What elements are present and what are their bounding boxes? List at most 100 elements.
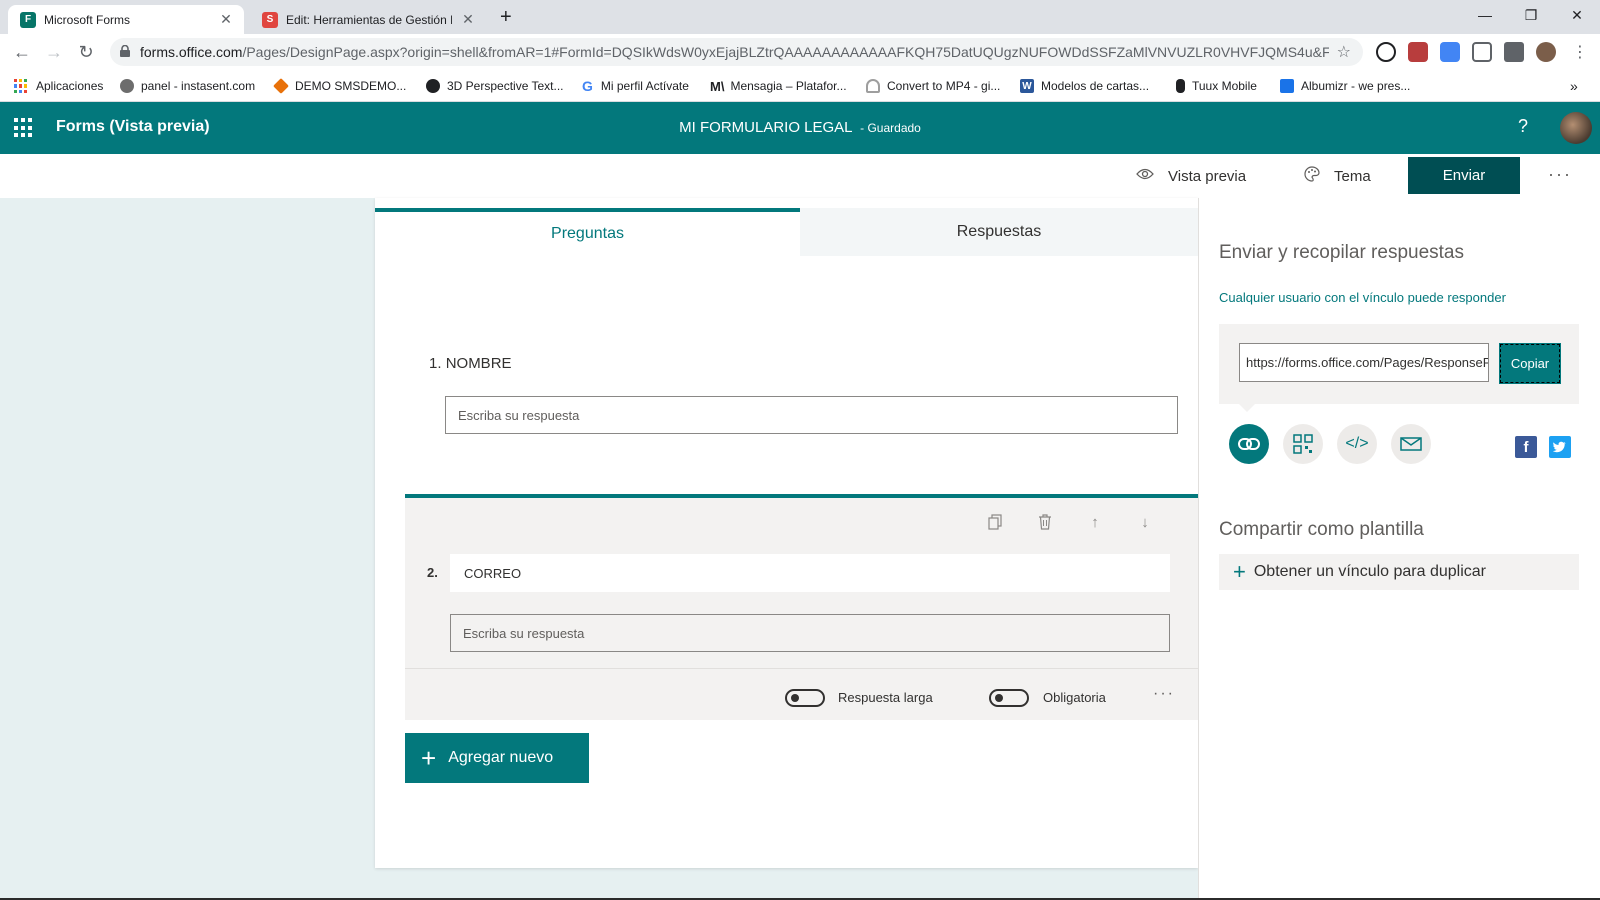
question-more-button[interactable]: ··· — [1153, 685, 1175, 703]
eye-icon — [1136, 167, 1154, 185]
qr-code-icon[interactable] — [1283, 424, 1323, 464]
bookmark-icon — [866, 79, 880, 93]
long-answer-label: Respuesta larga — [838, 690, 933, 705]
bookmark-icon — [120, 79, 134, 93]
maximize-button[interactable]: ❐ — [1508, 0, 1554, 30]
bookmark-item[interactable]: W Modelos de cartas... — [1020, 77, 1149, 95]
close-window-button[interactable]: ✕ — [1554, 0, 1600, 30]
share-link-input[interactable]: https://forms.office.com/Pages/ResponseP… — [1239, 343, 1489, 382]
close-icon[interactable]: ✕ — [460, 11, 476, 28]
reload-icon[interactable]: ↻ — [72, 38, 100, 66]
copy-button[interactable]: Copiar — [1499, 343, 1561, 384]
bookmark-icon — [1176, 79, 1185, 93]
more-options-button[interactable]: ··· — [1548, 164, 1572, 185]
bookmark-item[interactable]: 3D Perspective Text... — [426, 77, 564, 95]
bookmark-item[interactable]: G Mi perfil Actívate — [582, 77, 689, 95]
forms-favicon-icon: F — [20, 11, 36, 28]
help-button[interactable]: ? — [1518, 116, 1528, 137]
long-answer-toggle[interactable] — [785, 689, 825, 707]
new-tab-button[interactable]: + — [500, 6, 512, 29]
bookmark-apps[interactable]: Aplicaciones — [14, 77, 103, 95]
form-title: MI FORMULARIO LEGAL — [679, 119, 852, 136]
bookmark-item[interactable]: Tuux Mobile — [1176, 77, 1257, 95]
mail-icon[interactable] — [1391, 424, 1431, 464]
preview-button[interactable]: Vista previa — [1136, 154, 1246, 198]
question-1-answer-input[interactable]: Escriba su respuesta — [445, 396, 1178, 434]
template-section-title: Compartir como plantilla — [1219, 519, 1424, 540]
site-favicon-icon: S — [262, 11, 278, 28]
mensagia-icon: M\ — [710, 78, 725, 94]
question-2-options: Respuesta larga Obligatoria ··· — [405, 668, 1198, 724]
pdf-extension-icon[interactable] — [1408, 42, 1428, 62]
embed-code-icon[interactable]: </> — [1337, 424, 1377, 464]
word-icon: W — [1020, 79, 1034, 93]
bookmarks-overflow-button[interactable]: » — [1570, 77, 1578, 95]
bookmarks-bar: Aplicaciones panel - instasent.com DEMO … — [0, 70, 1600, 102]
bookmark-item[interactable]: DEMO SMSDEMO... — [273, 77, 406, 95]
bookmark-item[interactable]: Convert to MP4 - gi... — [866, 77, 1000, 95]
apps-grid-icon — [14, 79, 28, 93]
extension-icon[interactable] — [1376, 42, 1396, 62]
send-panel: Enviar y recopilar respuestas Cualquier … — [1198, 198, 1600, 900]
browser-tab-strip: F Microsoft Forms ✕ S Edit: Herramientas… — [0, 0, 1600, 34]
close-icon[interactable]: ✕ — [218, 11, 234, 28]
save-status: - Guardado — [860, 121, 921, 135]
tab-title: Edit: Herramientas de Gestión Di — [286, 12, 452, 27]
tab-questions[interactable]: Preguntas — [375, 208, 800, 256]
tab-responses[interactable]: Respuestas — [800, 208, 1198, 256]
question-2-title-input[interactable]: CORREO — [450, 554, 1170, 592]
profile-avatar[interactable] — [1536, 42, 1556, 62]
command-bar: Vista previa Tema Enviar ··· — [0, 154, 1600, 198]
bookmark-icon — [426, 79, 440, 93]
required-label: Obligatoria — [1043, 690, 1106, 705]
google-icon: G — [582, 78, 593, 94]
bookmark-icon — [273, 78, 289, 94]
browser-tab-edit[interactable]: S Edit: Herramientas de Gestión Di ✕ — [250, 5, 486, 34]
arrow-up-icon[interactable]: ↑ — [1083, 510, 1107, 534]
address-bar[interactable]: forms.office.com/Pages/DesignPage.aspx?o… — [110, 38, 1363, 66]
chrome-menu-icon[interactable]: ⋮ — [1572, 42, 1588, 62]
user-avatar[interactable] — [1560, 112, 1592, 144]
url-text: forms.office.com/Pages/DesignPage.aspx?o… — [140, 44, 1329, 60]
bookmark-item[interactable]: panel - instasent.com — [120, 77, 255, 95]
add-new-button[interactable]: + Agregar nuevo — [405, 733, 589, 783]
theme-button[interactable]: Tema — [1304, 154, 1371, 198]
question-2-editor[interactable]: ↑ ↓ 2. CORREO Escriba su respuesta Respu… — [405, 494, 1198, 720]
puzzle-icon[interactable] — [1504, 42, 1524, 62]
arrow-down-icon[interactable]: ↓ — [1133, 510, 1157, 534]
bookmark-item[interactable]: M\ Mensagia – Platafor... — [710, 77, 847, 95]
minimize-button[interactable]: — — [1462, 0, 1508, 30]
trash-icon[interactable] — [1033, 510, 1057, 534]
response-scope-link[interactable]: Cualquier usuario con el vínculo puede r… — [1219, 290, 1506, 305]
send-button[interactable]: Enviar — [1408, 157, 1520, 194]
palette-icon — [1304, 165, 1320, 187]
star-icon[interactable]: ☆ — [1337, 42, 1351, 62]
facebook-icon[interactable]: f — [1515, 436, 1537, 458]
back-arrow-icon[interactable]: ← — [8, 38, 36, 66]
bookmark-icon — [1280, 79, 1294, 93]
bookmark-item[interactable]: Albumizr - we pres... — [1280, 77, 1410, 95]
browser-tab-forms[interactable]: F Microsoft Forms ✕ — [8, 5, 244, 34]
share-link-box: https://forms.office.com/Pages/ResponseP… — [1219, 324, 1579, 404]
question-2-number: 2. — [427, 565, 438, 580]
question-2-answer-input[interactable]: Escriba su respuesta — [450, 614, 1170, 652]
link-pointer — [1239, 404, 1255, 412]
duplicate-link-button[interactable]: + Obtener un vínculo para duplicar — [1219, 554, 1579, 590]
browser-toolbar: ← → ↻ forms.office.com/Pages/DesignPage.… — [0, 34, 1600, 70]
cast-icon[interactable] — [1472, 42, 1492, 62]
forms-header: Forms (Vista previa) MI FORMULARIO LEGAL… — [0, 102, 1600, 154]
plus-icon: + — [421, 742, 437, 773]
send-panel-title: Enviar y recopilar respuestas — [1219, 242, 1464, 263]
forward-arrow-icon[interactable]: → — [40, 38, 68, 66]
lock-icon — [120, 44, 130, 60]
plus-icon: + — [1233, 559, 1246, 584]
form-title-area: MI FORMULARIO LEGAL - Guardado — [0, 119, 1600, 136]
form-editor-card: Preguntas Respuestas 1. NOMBRE Escriba s… — [375, 198, 1198, 868]
question-1-title[interactable]: 1. NOMBRE — [429, 355, 512, 372]
tab-title: Microsoft Forms — [44, 12, 131, 27]
link-icon[interactable] — [1229, 424, 1269, 464]
copy-icon[interactable] — [983, 510, 1007, 534]
extension-icon[interactable] — [1440, 42, 1460, 62]
twitter-icon[interactable] — [1549, 436, 1571, 458]
required-toggle[interactable] — [989, 689, 1029, 707]
